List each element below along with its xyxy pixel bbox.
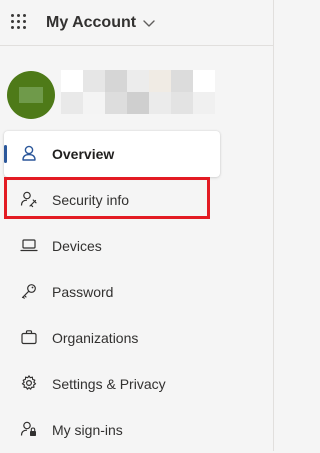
redaction-block bbox=[83, 70, 105, 92]
redaction-block bbox=[61, 92, 83, 114]
person-lock-icon bbox=[20, 420, 38, 438]
redaction-block bbox=[193, 70, 215, 92]
sidebar-item-overview[interactable]: Overview bbox=[4, 131, 220, 177]
sidebar-item-settings-privacy[interactable]: Settings & Privacy bbox=[4, 361, 220, 407]
sidebar-item-label: Organizations bbox=[52, 330, 139, 346]
redaction-block bbox=[61, 70, 83, 92]
header-divider bbox=[0, 45, 274, 46]
redaction-block bbox=[171, 70, 193, 92]
redaction-block bbox=[127, 70, 149, 92]
sidebar-item-label: Settings & Privacy bbox=[52, 376, 166, 392]
person-key-icon bbox=[20, 190, 38, 208]
app-header: My Account bbox=[0, 0, 274, 46]
sidebar-item-label: Overview bbox=[52, 146, 115, 162]
sidebar-item-organizations[interactable]: Organizations bbox=[4, 315, 220, 361]
avatar-redaction bbox=[19, 87, 43, 103]
sidebar-item-security-info[interactable]: Security info bbox=[4, 177, 220, 223]
app-title: My Account bbox=[46, 14, 137, 31]
selected-indicator bbox=[4, 145, 7, 163]
key-icon bbox=[20, 282, 38, 300]
account-menu-button[interactable]: My Account bbox=[46, 12, 156, 34]
sidebar-item-label: Password bbox=[52, 284, 114, 300]
app-launcher-icon[interactable] bbox=[11, 14, 29, 32]
sidebar-item-devices[interactable]: Devices bbox=[4, 223, 220, 269]
redaction-block bbox=[171, 92, 193, 114]
redaction-block bbox=[83, 92, 105, 114]
person-icon bbox=[20, 144, 38, 162]
redaction-block bbox=[105, 92, 127, 114]
redaction-block bbox=[149, 92, 171, 114]
avatar[interactable] bbox=[7, 71, 55, 119]
sidebar-item-label: Security info bbox=[52, 192, 130, 208]
sidebar-item-password[interactable]: Password bbox=[4, 269, 220, 315]
sidebar-item-label: My sign-ins bbox=[52, 422, 123, 438]
laptop-icon bbox=[20, 236, 38, 254]
sidebar-item-label: Devices bbox=[52, 238, 102, 254]
chevron-down-icon bbox=[143, 20, 155, 27]
redaction-block bbox=[149, 70, 171, 92]
redaction-block bbox=[127, 92, 149, 114]
redaction-block bbox=[193, 92, 215, 114]
redacted-user-name bbox=[61, 70, 215, 114]
sidebar-item-my-sign-ins[interactable]: My sign-ins bbox=[4, 407, 220, 453]
profile-card bbox=[0, 62, 274, 120]
gear-icon bbox=[20, 374, 38, 392]
briefcase-icon bbox=[20, 328, 38, 346]
redaction-block bbox=[105, 70, 127, 92]
